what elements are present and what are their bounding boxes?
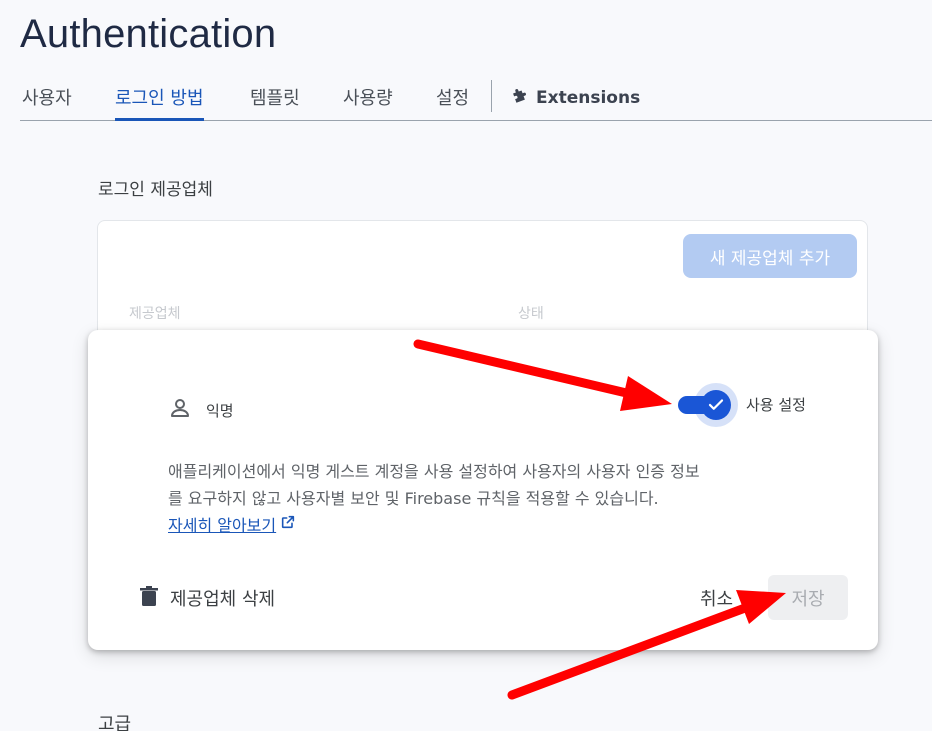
description-line-1: 애플리케이션에서 익명 게스트 계정을 사용 설정하여 사용자의 사용자 인증 … (168, 462, 700, 481)
provider-description: 애플리케이션에서 익명 게스트 계정을 사용 설정하여 사용자의 사용자 인증 … (168, 458, 808, 512)
puzzle-icon (511, 86, 529, 109)
tab-settings[interactable]: 설정 (436, 84, 469, 121)
learn-more-link[interactable]: 자세히 알아보기 (168, 512, 296, 536)
tab-divider (491, 80, 492, 112)
person-icon (168, 396, 192, 424)
add-provider-button[interactable]: 새 제공업체 추가 (683, 234, 857, 278)
external-link-icon (280, 514, 296, 534)
description-line-2: 를 요구하지 않고 사용자별 보안 및 Firebase 규칙을 적용할 수 있… (168, 489, 659, 508)
toggle-knob[interactable] (701, 389, 731, 420)
toggle-track[interactable] (678, 382, 738, 427)
tab-sign-in-method[interactable]: 로그인 방법 (115, 84, 204, 121)
tab-users[interactable]: 사용자 (22, 84, 72, 121)
check-icon (708, 398, 724, 410)
advanced-section-title: 고급 (98, 714, 132, 731)
column-header-provider: 제공업체 (129, 306, 181, 322)
delete-provider-button[interactable]: 제공업체 삭제 (140, 585, 275, 611)
delete-provider-label: 제공업체 삭제 (170, 589, 276, 610)
provider-row: 익명 (168, 396, 234, 424)
save-button[interactable]: 저장 (768, 575, 848, 620)
providers-section-title: 로그인 제공업체 (98, 180, 213, 200)
toggle-label: 사용 설정 (746, 396, 806, 414)
enable-toggle[interactable]: 사용 설정 (678, 382, 806, 427)
page-title: Authentication (20, 12, 277, 56)
cancel-button[interactable]: 취소 (700, 585, 733, 611)
learn-more-label: 자세히 알아보기 (168, 516, 277, 535)
trash-icon (140, 586, 158, 610)
tab-extensions-label: Extensions (536, 87, 641, 108)
tab-templates[interactable]: 템플릿 (250, 84, 300, 121)
tab-usage[interactable]: 사용량 (343, 84, 393, 121)
tab-extensions[interactable]: Extensions (511, 86, 640, 109)
provider-name: 익명 (206, 401, 234, 420)
tab-bar: 사용자 로그인 방법 템플릿 사용량 설정 Extensions (20, 80, 932, 121)
provider-edit-dialog: 익명 사용 설정 애플리케이션에서 익명 게스트 계정을 사용 설정하여 사용자… (88, 330, 878, 650)
column-header-status: 상태 (518, 306, 544, 322)
